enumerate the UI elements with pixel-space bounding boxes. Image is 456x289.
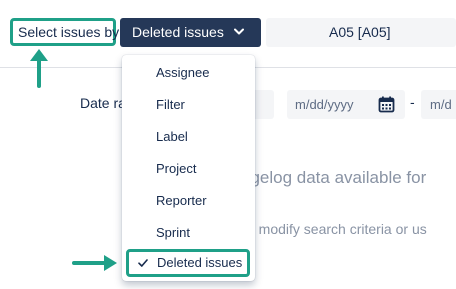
select-issues-by-menu: Assignee Filter Label Project Reporter S… — [122, 55, 255, 281]
date-range-label: Date ra — [80, 95, 126, 111]
date-to-input[interactable]: m/d — [421, 90, 456, 119]
menu-item-assignee[interactable]: Assignee — [122, 57, 255, 89]
date-from-placeholder: m/dd/yyyy — [295, 97, 354, 112]
select-issues-by-label: Select issues by: — [10, 18, 123, 46]
project-value: A05 [A05] — [329, 24, 391, 40]
menu-item-reporter[interactable]: Reporter — [122, 185, 255, 217]
empty-state-message: ngelog data available for — [241, 168, 427, 187]
calendar-icon[interactable] — [378, 96, 395, 113]
menu-item-project[interactable]: Project — [122, 153, 255, 185]
select-issues-by-dropdown[interactable]: Deleted issues — [120, 18, 261, 47]
menu-item-label: Deleted issues — [157, 255, 243, 270]
project-select[interactable]: A05 [A05] — [266, 18, 456, 47]
checkmark-icon — [138, 259, 148, 267]
date-to-placeholder: m/d — [430, 97, 452, 112]
date-separator: - — [410, 94, 415, 110]
menu-item-label[interactable]: Label — [122, 121, 255, 153]
hint-message: o modify search criteria or us — [247, 221, 427, 237]
chevron-down-icon — [234, 28, 244, 35]
arrow-right-icon — [72, 255, 117, 271]
dropdown-value: Deleted issues — [132, 24, 224, 40]
arrow-up-icon — [30, 49, 48, 88]
menu-item-sprint[interactable]: Sprint — [122, 217, 255, 249]
menu-item-filter[interactable]: Filter — [122, 89, 255, 121]
menu-item-deleted-issues[interactable]: Deleted issues — [126, 249, 250, 277]
date-from-input[interactable]: m/dd/yyyy — [287, 90, 405, 119]
